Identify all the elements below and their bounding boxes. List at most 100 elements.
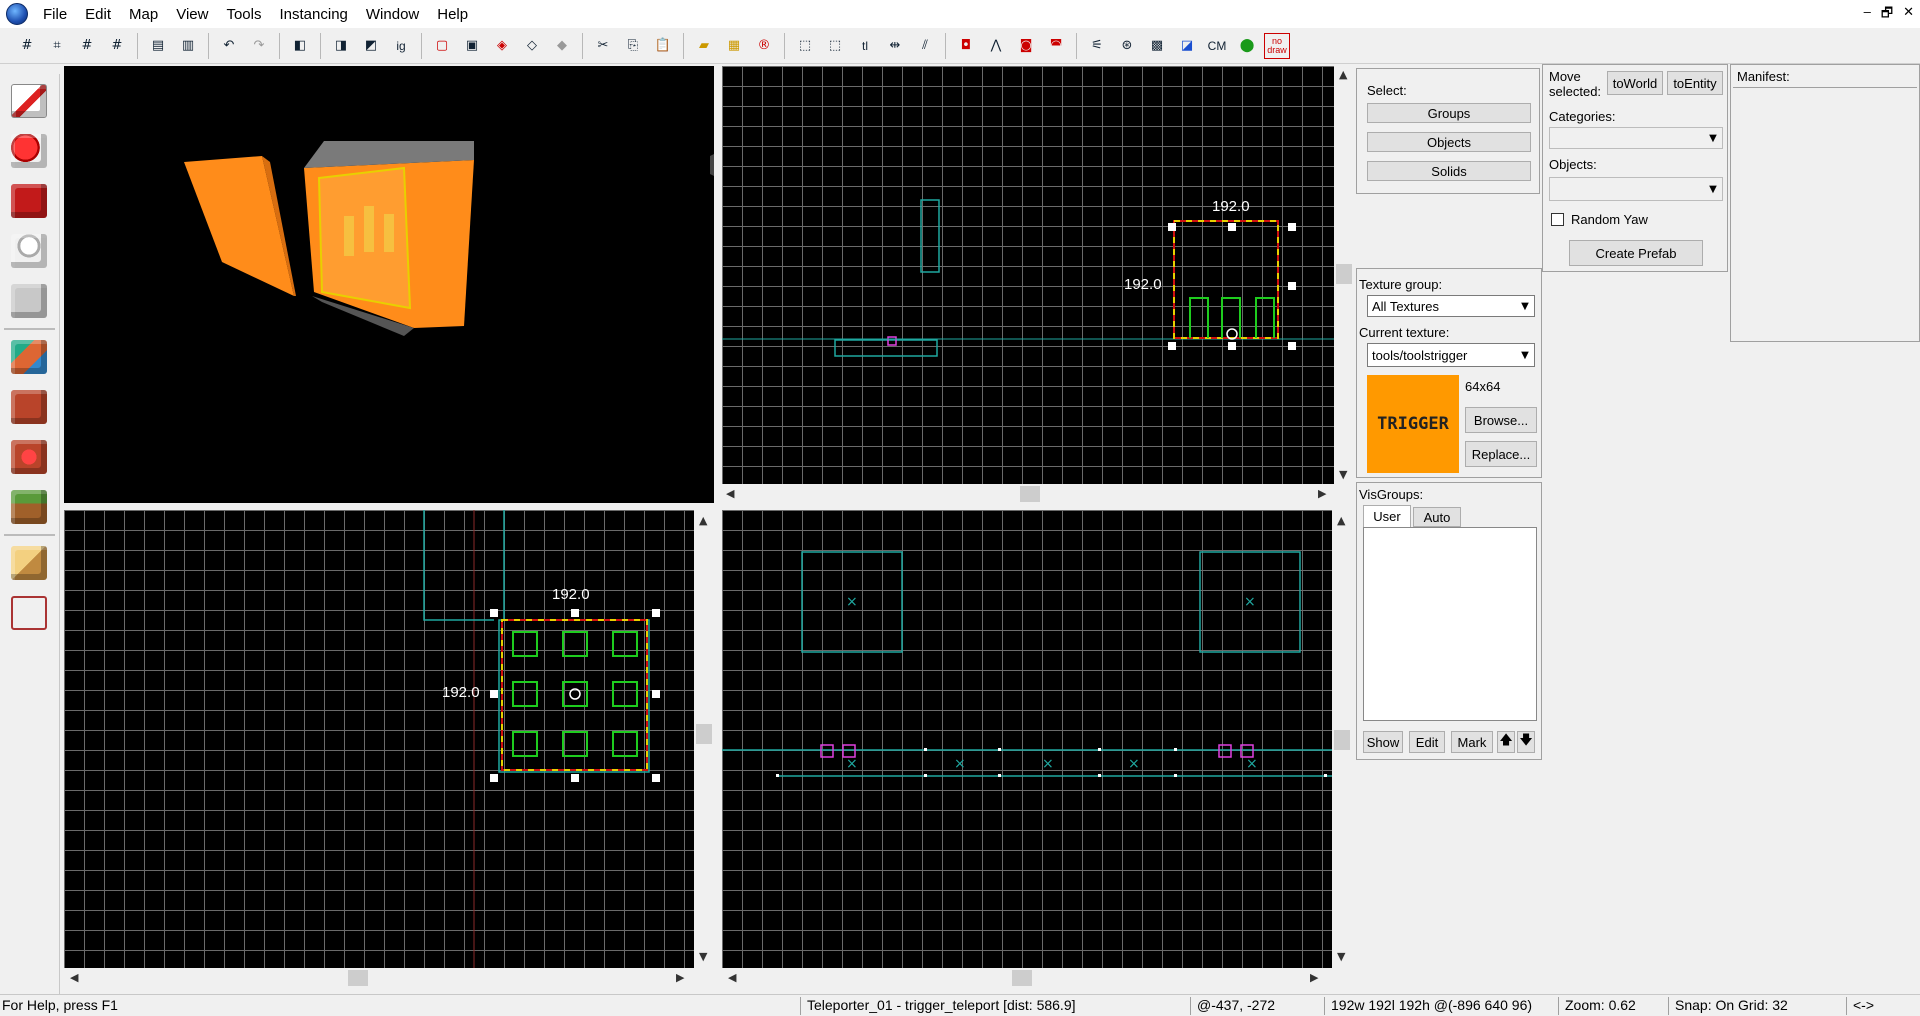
move-up-icon[interactable]: 🡅 (1497, 731, 1515, 753)
redo-icon[interactable]: ↷ (246, 33, 272, 59)
hazard-stripes-icon[interactable]: ▰ (691, 33, 717, 59)
menu-tools[interactable]: Tools (217, 4, 270, 25)
menu-view[interactable]: View (167, 4, 217, 25)
scroll-thumb[interactable] (1334, 730, 1350, 750)
menu-map[interactable]: Map (120, 4, 167, 25)
manifest-list[interactable] (1733, 87, 1917, 339)
top-view-vertical-scrollbar[interactable]: ▲ ▼ (1334, 66, 1354, 484)
side-view-horizontal-scrollbar[interactable]: ◀ ▶ (722, 968, 1332, 988)
scroll-up-icon[interactable]: ▲ (1339, 68, 1347, 81)
texture-application-icon[interactable]: ▩ (1144, 33, 1170, 59)
texture-lock-icon[interactable]: ▦ (721, 33, 747, 59)
models-icon[interactable]: ⊛ (1114, 33, 1140, 59)
radius-culling-icon[interactable]: ® (751, 33, 777, 59)
random-yaw-checkbox[interactable] (1551, 213, 1564, 226)
scroll-down-icon[interactable]: ▼ (1337, 950, 1345, 963)
scroll-right-icon[interactable]: ▶ (676, 971, 684, 984)
grid-larger-icon[interactable]: # (104, 33, 130, 59)
flat-shaded-icon[interactable]: ▣ (459, 33, 485, 59)
select-solids-button[interactable]: Solids (1367, 161, 1531, 181)
texture-group-dropdown[interactable]: All Textures ▼ (1367, 295, 1535, 317)
side-view-vertical-scrollbar[interactable]: ▲ ▼ (1332, 510, 1352, 968)
scroll-right-icon[interactable]: ▶ (1310, 971, 1318, 984)
cut-icon[interactable]: ✂ (590, 33, 616, 59)
hide-selected-icon[interactable]: ◨ (328, 33, 354, 59)
select-objects-button[interactable]: Objects (1367, 132, 1531, 152)
tab-auto[interactable]: Auto (1413, 507, 1461, 527)
scroll-thumb[interactable] (696, 724, 712, 744)
flip-icon[interactable]: ⇹ (882, 33, 908, 59)
visgroup-show-button[interactable]: Show (1363, 731, 1403, 753)
camera-3d-viewport[interactable] (64, 66, 714, 503)
visgroups-list[interactable] (1363, 527, 1537, 721)
scroll-thumb[interactable] (1012, 970, 1032, 986)
paste-icon[interactable]: 📋 (650, 33, 676, 59)
scroll-left-icon[interactable]: ◀ (726, 487, 734, 500)
menu-help[interactable]: Help (428, 4, 477, 25)
entity-tool-button[interactable] (4, 228, 54, 274)
browse-button[interactable]: Browse... (1465, 407, 1537, 433)
to-entity-button[interactable]: toEntity (1667, 71, 1723, 95)
create-prefab-button[interactable]: Create Prefab (1569, 240, 1703, 266)
block-tool-button[interactable] (4, 278, 54, 324)
vertex-tool-button[interactable] (4, 590, 54, 636)
overlay-tool-button[interactable] (4, 484, 54, 530)
select-groups-button[interactable]: Groups (1367, 103, 1531, 123)
clipping-tool-button[interactable] (4, 540, 54, 586)
close-icon[interactable]: ✕ (1903, 4, 1914, 26)
scroll-left-icon[interactable]: ◀ (70, 971, 78, 984)
top-2d-viewport[interactable]: 192.0 192.0 (722, 66, 1334, 484)
scroll-up-icon[interactable]: ▲ (1337, 514, 1345, 527)
front-view-horizontal-scrollbar[interactable]: ◀ ▶ (64, 968, 714, 988)
current-texture-dropdown[interactable]: tools/toolstrigger ▼ (1367, 343, 1535, 367)
apply-texture-button[interactable] (4, 384, 54, 430)
ignore-groups-icon[interactable]: ig (388, 33, 414, 59)
objects-dropdown[interactable]: ▼ (1549, 177, 1723, 201)
map-properties-icon[interactable]: ◚ (1043, 33, 1069, 59)
entity-report-icon[interactable]: ◘ (953, 33, 979, 59)
front-2d-viewport[interactable]: 192.0 192.0 (64, 510, 694, 968)
lightmap-icon[interactable]: ◇ (519, 33, 545, 59)
scroll-up-icon[interactable]: ▲ (699, 514, 707, 527)
side-2d-viewport[interactable]: × × × × × × × (722, 510, 1332, 968)
nodraw-icon[interactable]: no draw (1264, 32, 1290, 59)
show-connections-icon[interactable]: ◙ (1013, 33, 1039, 59)
tab-user[interactable]: User (1363, 505, 1411, 527)
move-down-icon[interactable]: 🡇 (1517, 731, 1535, 753)
selection-tool-button[interactable] (4, 78, 54, 124)
minimize-icon[interactable]: – (1864, 4, 1871, 26)
magnify-tool-button[interactable] (4, 128, 54, 174)
align-icon[interactable]: ⫽ (912, 33, 938, 59)
scroll-thumb[interactable] (348, 970, 368, 986)
decal-tool-button[interactable] (4, 434, 54, 480)
scroll-thumb[interactable] (1336, 264, 1352, 284)
check-problems-icon[interactable]: ⋀ (983, 33, 1009, 59)
visgroup-edit-button[interactable]: Edit (1409, 731, 1445, 753)
scroll-thumb[interactable] (1020, 486, 1040, 502)
scroll-down-icon[interactable]: ▼ (1339, 468, 1347, 481)
selection-box-icon[interactable]: ⬚ (792, 33, 818, 59)
group-icon[interactable]: ▤ (145, 33, 171, 59)
textured-icon[interactable]: ◈ (489, 33, 515, 59)
camera-tool-button[interactable] (4, 178, 54, 224)
top-view-horizontal-scrollbar[interactable]: ◀ ▶ (722, 484, 1334, 504)
menu-window[interactable]: Window (357, 4, 428, 25)
select-tool-icon[interactable]: ⬚ (822, 33, 848, 59)
scroll-down-icon[interactable]: ▼ (699, 950, 707, 963)
undo-icon[interactable]: ↶ (216, 33, 242, 59)
menu-edit[interactable]: Edit (76, 4, 120, 25)
restore-icon[interactable]: 🗗 (1881, 4, 1893, 26)
show-hidden-icon[interactable]: ◩ (358, 33, 384, 59)
front-view-vertical-scrollbar[interactable]: ▲ ▼ (694, 510, 714, 968)
helpers-icon[interactable]: ⚟ (1084, 33, 1110, 59)
texture-preview[interactable]: TRIGGER (1367, 375, 1459, 473)
grid-toggle-icon[interactable]: # (14, 33, 40, 59)
compile-icon[interactable]: ⬤ (1234, 33, 1260, 59)
menu-file[interactable]: File (34, 4, 76, 25)
carve-icon[interactable]: ◧ (287, 33, 313, 59)
wireframe-icon[interactable]: ▢ (429, 33, 455, 59)
grid-smaller-icon[interactable]: # (74, 33, 100, 59)
menu-instancing[interactable]: Instancing (271, 4, 357, 25)
replace-button[interactable]: Replace... (1465, 441, 1537, 467)
tl-icon[interactable]: tl (852, 33, 878, 59)
